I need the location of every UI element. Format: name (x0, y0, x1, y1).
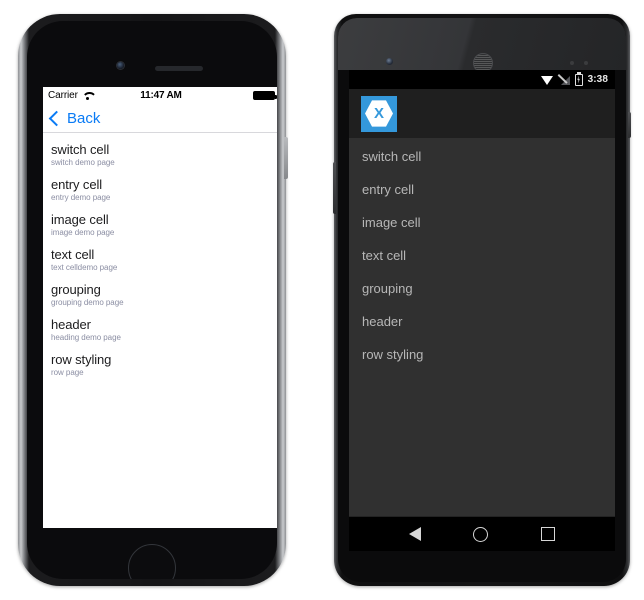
list-item[interactable]: entry cell (349, 173, 615, 206)
proximity-sensor-icon (570, 61, 574, 65)
android-device: 3:38 X switch cell entry cell image cell… (333, 14, 631, 586)
list-item-title: image cell (51, 212, 109, 227)
light-sensor-icon (584, 61, 588, 65)
earpiece-speaker-icon (155, 66, 203, 71)
list-item-subtitle: entry demo page (51, 193, 111, 202)
list-item-subtitle: switch demo page (51, 158, 115, 167)
list-item-title: entry cell (51, 177, 103, 192)
chevron-left-icon (48, 110, 65, 126)
list-item-title: text cell (51, 247, 95, 262)
list-item-title: switch cell (51, 142, 110, 157)
iphone-power-button[interactable] (284, 137, 288, 179)
ios-clock: 11:47 AM (140, 90, 182, 101)
battery-full-icon (253, 91, 277, 100)
list-item-subtitle: grouping demo page (51, 298, 124, 307)
front-camera-icon (386, 58, 393, 65)
list-item[interactable]: image cell (349, 206, 615, 239)
android-navigation-bar (349, 516, 615, 551)
xamarin-logo-icon[interactable]: X (361, 95, 397, 132)
android-action-bar: X (349, 89, 615, 138)
home-button[interactable] (128, 544, 176, 579)
nav-recents-icon[interactable] (540, 527, 555, 541)
list-item[interactable]: switch cell switch demo page (43, 138, 277, 173)
back-button-label: Back (67, 109, 101, 127)
android-list-view[interactable]: switch cell entry cell image cell text c… (349, 138, 615, 516)
xamarin-hexagon-letter: X (365, 100, 393, 127)
list-item[interactable]: grouping grouping demo page (43, 278, 277, 313)
signal-off-icon (559, 74, 570, 85)
ios-list-view[interactable]: switch cell switch demo page entry cell … (43, 133, 277, 528)
ios-screen: Carrier 11:47 AM Back switch cell switch… (43, 87, 277, 528)
list-item[interactable]: switch cell (349, 140, 615, 173)
iphone-device: Carrier 11:47 AM Back switch cell switch… (18, 14, 288, 586)
list-item-subtitle: text celldemo page (51, 263, 118, 272)
list-item[interactable]: entry cell entry demo page (43, 173, 277, 208)
android-front-panel: 3:38 X switch cell entry cell image cell… (338, 18, 626, 582)
list-item[interactable]: header heading demo page (43, 313, 277, 348)
android-screen: 3:38 X switch cell entry cell image cell… (349, 70, 615, 551)
back-button[interactable]: Back (48, 109, 101, 127)
android-status-bar: 3:38 (349, 70, 615, 89)
list-item[interactable]: header (349, 305, 615, 338)
android-volume-button[interactable] (333, 162, 336, 214)
list-item[interactable]: text cell (349, 239, 615, 272)
list-item-title: grouping (51, 282, 101, 297)
iphone-front-panel: Carrier 11:47 AM Back switch cell switch… (27, 21, 277, 579)
list-item-title: row styling (51, 352, 112, 367)
list-item[interactable]: image cell image demo page (43, 208, 277, 243)
nav-home-icon[interactable] (473, 526, 489, 542)
list-item-title: header (51, 317, 91, 332)
list-item-subtitle: heading demo page (51, 333, 121, 342)
ios-navigation-bar: Back (43, 104, 277, 133)
list-item[interactable]: row styling row page (43, 348, 277, 383)
wifi-icon (540, 75, 554, 85)
front-camera-icon (117, 62, 124, 69)
list-item[interactable]: text cell text celldemo page (43, 243, 277, 278)
list-item-subtitle: image demo page (51, 228, 115, 237)
android-power-button[interactable] (628, 112, 631, 138)
charging-bolt-icon (577, 75, 580, 84)
list-item[interactable]: grouping (349, 272, 615, 305)
ios-status-bar: Carrier 11:47 AM (43, 87, 277, 104)
list-item-subtitle: row page (51, 368, 84, 377)
battery-charging-icon (574, 71, 583, 86)
nav-back-icon[interactable] (409, 527, 422, 541)
android-clock: 3:38 (587, 74, 608, 85)
list-item[interactable]: row styling (349, 338, 615, 371)
